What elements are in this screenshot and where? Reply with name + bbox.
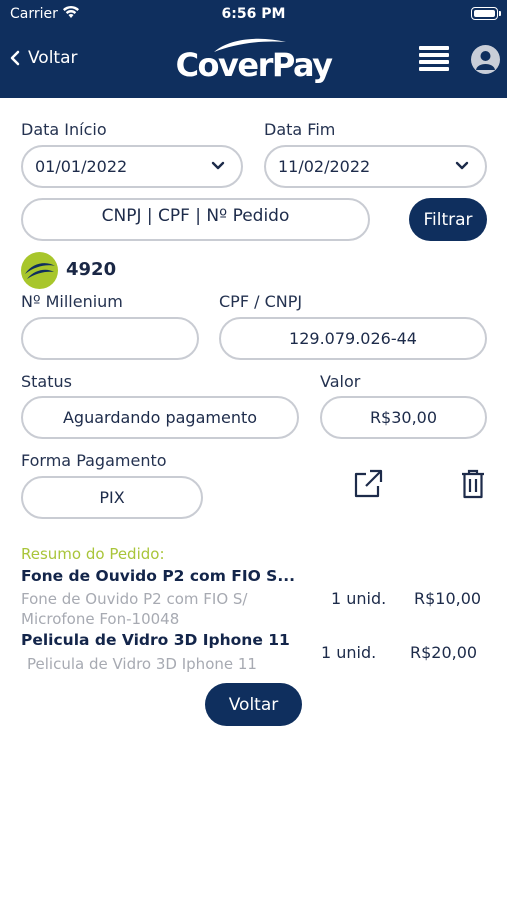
status-label: Status xyxy=(21,372,72,391)
item-price: R$20,00 xyxy=(410,643,478,662)
trash-icon[interactable] xyxy=(460,468,486,500)
value-field[interactable]: R$30,00 xyxy=(320,396,487,439)
external-link-icon[interactable] xyxy=(352,468,384,500)
filter-button[interactable]: Filtrar xyxy=(409,198,487,241)
search-input[interactable]: CNPJ | CPF | Nº Pedido xyxy=(21,198,370,241)
start-date-value: 01/01/2022 xyxy=(35,157,128,176)
user-icon[interactable] xyxy=(471,45,500,74)
search-placeholder: CNPJ | CPF | Nº Pedido xyxy=(101,206,290,226)
cpf-cnpj-field[interactable]: 129.079.026-44 xyxy=(219,317,487,360)
payment-field[interactable]: PIX xyxy=(21,476,203,519)
cpf-cnpj-label: CPF / CNPJ xyxy=(219,292,303,311)
item-title: Pelicula de Vidro 3D Iphone 11 xyxy=(21,631,290,649)
app-header: Carrier 6:56 PM Voltar CoverPay xyxy=(0,0,507,98)
start-date-select[interactable]: 01/01/2022 xyxy=(21,145,243,188)
millenium-label: Nº Millenium xyxy=(21,292,123,311)
battery-icon xyxy=(471,7,501,20)
end-date-value: 11/02/2022 xyxy=(278,157,371,176)
item-quantity: 1 unid. xyxy=(331,589,387,608)
chevron-down-icon xyxy=(211,161,225,170)
payment-label: Forma Pagamento xyxy=(21,451,167,470)
item-description: Fone de Ouvido P2 com FIO S/ xyxy=(21,590,248,608)
value-amount: R$30,00 xyxy=(369,408,438,427)
clock: 6:56 PM xyxy=(221,6,286,22)
end-date-select[interactable]: 11/02/2022 xyxy=(264,145,487,188)
value-label: Valor xyxy=(320,372,361,391)
cpf-cnpj-value: 129.079.026-44 xyxy=(289,329,417,348)
payment-value: PIX xyxy=(99,488,125,507)
item-title: Fone de Ouvido P2 com FIO S... xyxy=(21,567,296,585)
end-date-label: Data Fim xyxy=(264,120,336,139)
back-button[interactable]: Voltar xyxy=(205,683,302,726)
start-date-label: Data Início xyxy=(21,120,107,139)
item-quantity: 1 unid. xyxy=(321,643,377,662)
menu-icon[interactable] xyxy=(419,44,449,72)
item-price: R$10,00 xyxy=(414,589,482,608)
item-description: Pelicula de Vidro 3D Iphone 11 xyxy=(27,655,257,673)
order-brand-icon xyxy=(21,252,58,289)
item-description-line2: Microfone Fon-10048 xyxy=(21,610,180,628)
status-bar: Carrier 6:56 PM xyxy=(0,0,507,28)
order-number: 4920 xyxy=(66,259,117,280)
status-field[interactable]: Aguardando pagamento xyxy=(21,396,299,439)
summary-title: Resumo do Pedido: xyxy=(21,545,165,563)
millenium-field[interactable] xyxy=(21,317,199,360)
status-value: Aguardando pagamento xyxy=(62,408,258,427)
logo-text: CoverPay xyxy=(175,46,333,84)
chevron-down-icon xyxy=(455,161,469,170)
